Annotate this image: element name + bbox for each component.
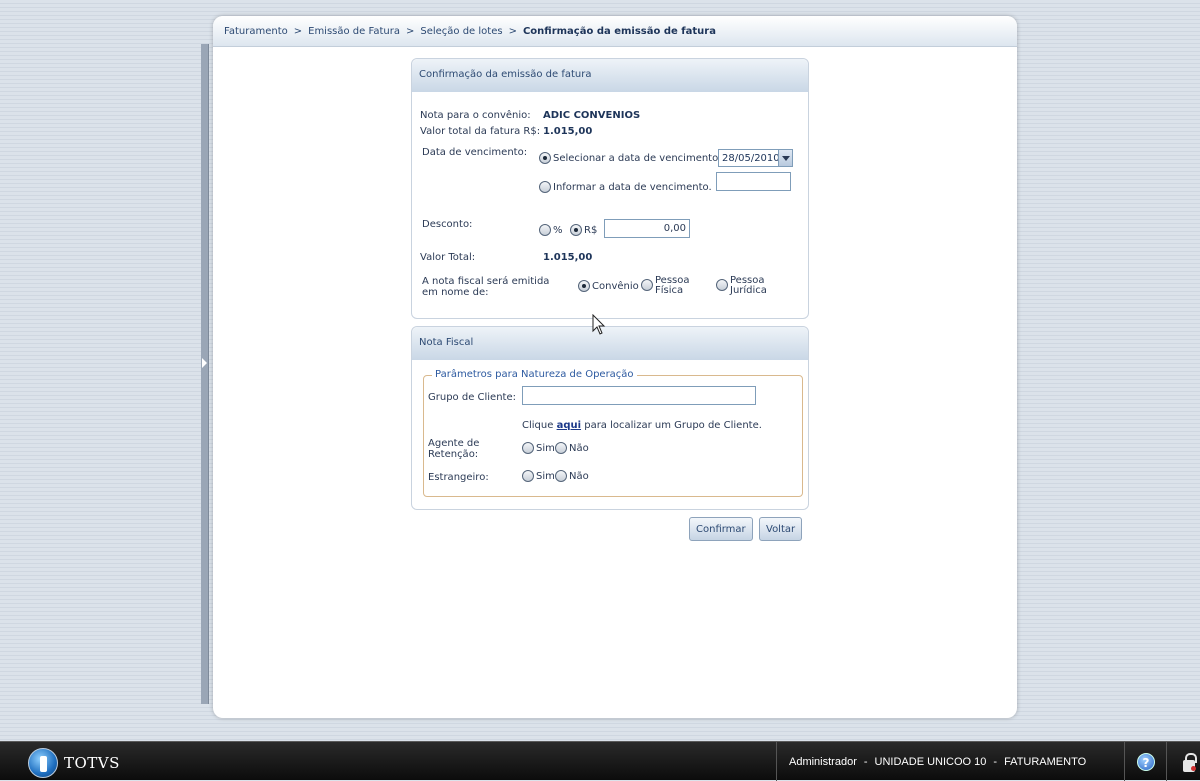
desconto-rs-radio[interactable] xyxy=(570,224,582,236)
agente-nao-label: Não xyxy=(569,443,589,454)
breadcrumb-separator: > xyxy=(508,26,517,37)
emitida-fisica-label: Pessoa Física xyxy=(655,275,690,296)
session-info: Administrador - UNIDADE UNICOO 10- FATURAME… xyxy=(776,742,1086,781)
valor-total-label: Valor Total: xyxy=(420,252,476,263)
agente-sim-option[interactable]: Sim xyxy=(522,442,555,454)
vencimento-select-option[interactable]: Selecionar a data de vencimento. xyxy=(539,152,721,164)
natureza-legend: Parâmetros para Natureza de Operação xyxy=(432,369,637,380)
vencimento-date-select[interactable]: 28/05/2010 xyxy=(718,149,793,167)
totvs-logo-icon[interactable] xyxy=(28,748,58,778)
emitida-juridica-label: Pessoa Jurídica xyxy=(730,275,767,296)
desconto-percent-label: % xyxy=(553,225,563,236)
vencimento-inform-option[interactable]: Informar a data de vencimento. xyxy=(539,181,712,193)
emitida-convenio-radio[interactable] xyxy=(578,280,590,292)
breadcrumb-item-selecao[interactable]: Seleção de lotes xyxy=(420,26,502,37)
agente-sim-radio[interactable] xyxy=(522,442,534,454)
session-separator: - xyxy=(863,756,868,768)
vencimento-label: Data de vencimento: xyxy=(422,147,528,158)
breadcrumb-separator: > xyxy=(293,26,303,37)
desconto-percent-option[interactable]: % xyxy=(539,224,563,236)
emitida-fisica-radio[interactable] xyxy=(641,279,653,291)
confirmar-button[interactable]: Confirmar xyxy=(689,517,753,541)
vencimento-inform-radio[interactable] xyxy=(539,181,551,193)
valor-total-value: 1.015,00 xyxy=(543,252,593,263)
valor-fatura-value: 1.015,00 xyxy=(543,126,593,137)
vencimento-select-label: Selecionar a data de vencimento. xyxy=(553,153,722,164)
nota-value: ADIC CONVENIOS xyxy=(543,110,641,121)
clique-text: Clique xyxy=(522,420,554,431)
confirm-panel: Confirmação da emissão de fatura Nota pa… xyxy=(411,58,809,319)
clique-hint: Clique aqui para localizar um Grupo de C… xyxy=(522,420,762,431)
desconto-label: Desconto: xyxy=(422,219,473,230)
clique-text-after: para localizar um Grupo de Cliente. xyxy=(584,420,762,431)
left-sidebar-rail[interactable] xyxy=(201,44,209,704)
valor-fatura-label: Valor total da fatura R$: xyxy=(420,126,541,137)
aqui-link[interactable]: aqui xyxy=(557,420,581,431)
grupo-cliente-input[interactable] xyxy=(522,386,756,405)
brand-name: TOTVS xyxy=(64,754,120,772)
estrangeiro-label: Estrangeiro: xyxy=(428,472,489,483)
help-icon[interactable]: ? xyxy=(1137,753,1155,771)
expand-sidebar-icon[interactable] xyxy=(202,358,207,368)
nota-fiscal-title: Nota Fiscal xyxy=(412,327,808,360)
emitida-convenio-option[interactable]: Convênio xyxy=(578,280,639,292)
confirm-panel-title: Confirmação da emissão de fatura xyxy=(412,59,808,92)
mouse-cursor-icon xyxy=(592,314,606,335)
desconto-rs-option[interactable]: R$ xyxy=(570,224,597,236)
emitida-convenio-label: Convênio xyxy=(592,281,639,292)
agente-nao-radio[interactable] xyxy=(555,442,567,454)
agente-retencao-label: Agente de Retenção: xyxy=(428,438,480,460)
emitida-label: A nota fiscal será emitida em nome de: xyxy=(422,276,550,298)
vencimento-date-input[interactable] xyxy=(716,172,791,191)
breadcrumb-separator: > xyxy=(405,26,415,37)
user-name: Administrador xyxy=(789,756,857,768)
lock-icon[interactable] xyxy=(1183,753,1197,772)
vencimento-date-value: 28/05/2010 xyxy=(722,153,780,164)
unit-name: UNIDADE UNICOO 10 xyxy=(874,756,987,768)
session-separator: - xyxy=(993,756,998,768)
voltar-button[interactable]: Voltar xyxy=(759,517,803,541)
agente-nao-option[interactable]: Não xyxy=(555,442,589,454)
estrangeiro-sim-option[interactable]: Sim xyxy=(522,470,555,482)
desconto-value-input[interactable] xyxy=(604,219,690,238)
desconto-percent-radio[interactable] xyxy=(539,224,551,236)
breadcrumb: Faturamento > Emissão de Fatura > Seleção de… xyxy=(213,16,1017,47)
emitida-juridica-option[interactable]: Pessoa Jurídica xyxy=(716,276,770,296)
agente-sim-label: Sim xyxy=(536,443,555,454)
breadcrumb-current: Confirmação da emissão de fatura xyxy=(522,26,716,37)
estrangeiro-nao-option[interactable]: Não xyxy=(555,470,589,482)
breadcrumb-item-faturamento[interactable]: Faturamento xyxy=(224,26,288,37)
nota-label: Nota para o convênio: xyxy=(420,110,531,121)
breadcrumb-item-emissao[interactable]: Emissão de Fatura xyxy=(308,26,400,37)
estrangeiro-nao-label: Não xyxy=(569,471,589,482)
vencimento-inform-label: Informar a data de vencimento. xyxy=(553,182,712,193)
nota-fiscal-panel: Nota Fiscal Parâmetros para Natureza de … xyxy=(411,326,809,510)
grupo-cliente-label: Grupo de Cliente: xyxy=(428,392,516,403)
vencimento-select-radio[interactable] xyxy=(539,152,551,164)
module-name: FATURAMENTO xyxy=(1004,756,1087,768)
estrangeiro-sim-label: Sim xyxy=(536,471,555,482)
logout-button[interactable] xyxy=(1166,742,1200,781)
emitida-juridica-radio[interactable] xyxy=(716,279,728,291)
emitida-fisica-option[interactable]: Pessoa Física xyxy=(641,276,691,296)
desconto-rs-label: R$ xyxy=(584,225,598,236)
chevron-down-icon[interactable] xyxy=(778,150,792,166)
main-page: Faturamento > Emissão de Fatura > Seleção de… xyxy=(213,16,1017,718)
natureza-fieldset: Parâmetros para Natureza de Operação Gru… xyxy=(423,369,803,497)
estrangeiro-nao-radio[interactable] xyxy=(555,470,567,482)
estrangeiro-sim-radio[interactable] xyxy=(522,470,534,482)
help-button[interactable]: ? xyxy=(1124,742,1164,781)
taskbar: TOTVS Administrador - UNIDADE UNICOO 10- FA… xyxy=(0,741,1200,781)
